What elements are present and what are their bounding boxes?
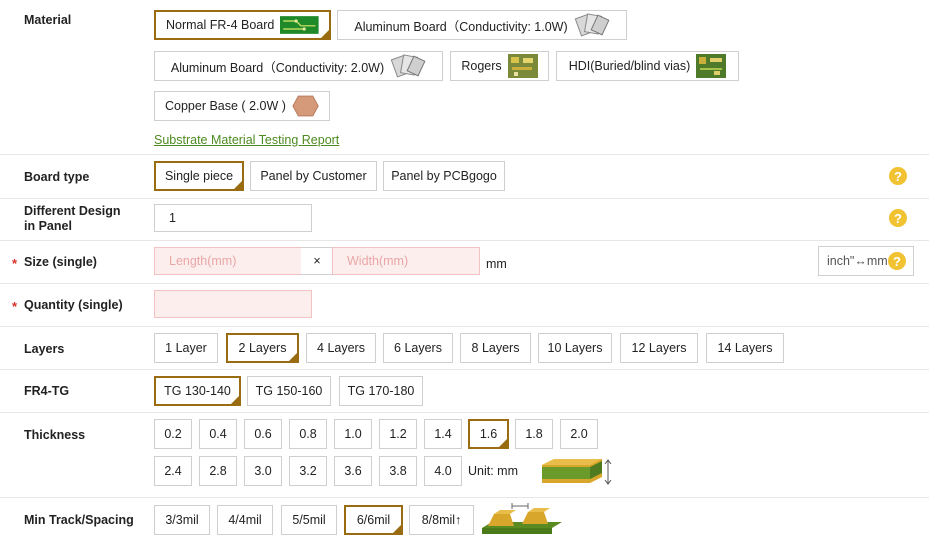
- thickness-option[interactable]: 1.0: [334, 419, 372, 449]
- track-option-4-4[interactable]: 4/4mil: [217, 505, 273, 535]
- thickness-option[interactable]: 2.8: [199, 456, 237, 486]
- times-sign: ×: [301, 247, 333, 275]
- required-mark: *: [12, 256, 18, 271]
- layer-option-1[interactable]: 1 Layer: [154, 333, 218, 363]
- thickness-option[interactable]: 3.6: [334, 456, 372, 486]
- thickness-option[interactable]: 3.8: [379, 456, 417, 486]
- board-thickness-illustration: [542, 459, 612, 485]
- thickness-option[interactable]: 0.2: [154, 419, 192, 449]
- thickness-option[interactable]: 1.2: [379, 419, 417, 449]
- quantity-input[interactable]: [154, 290, 312, 318]
- material-option-fr4[interactable]: Normal FR-4 Board: [154, 10, 331, 40]
- material-option-aluminum-1w[interactable]: Aluminum Board（Conductivity: 1.0W): [337, 10, 627, 40]
- thickness-option[interactable]: 1.4: [424, 419, 462, 449]
- fr4-tg-row: FR4-TG TG 130-140 TG 150-160 TG 170-180: [0, 370, 929, 413]
- thickness-option[interactable]: 0.6: [244, 419, 282, 449]
- thickness-option-selected[interactable]: 1.6: [468, 419, 509, 449]
- thickness-unit: Unit: mm: [468, 464, 518, 478]
- help-icon[interactable]: ?: [889, 167, 907, 185]
- material-option-aluminum-2w[interactable]: Aluminum Board（Conductivity: 2.0W): [154, 51, 443, 81]
- width-input[interactable]: [332, 247, 480, 275]
- thickness-option[interactable]: 1.8: [515, 419, 553, 449]
- convert-label: inch"↔mm: [827, 254, 888, 268]
- layer-option-10[interactable]: 10 Layers: [538, 333, 612, 363]
- size-row: * Size (single) × mm inch"↔mm ?: [0, 241, 929, 284]
- layer-option-8[interactable]: 8 Layers: [460, 333, 531, 363]
- rogers-board-icon: [507, 54, 538, 78]
- material-row: Material Normal FR-4 Board Aluminum Boar…: [0, 0, 929, 155]
- quantity-label: Quantity (single): [24, 298, 123, 312]
- aluminum-board-icon: [390, 54, 426, 78]
- thickness-label: Thickness: [24, 428, 86, 442]
- track-spacing-row: Min Track/Spacing 3/3mil 4/4mil 5/5mil 6…: [0, 498, 929, 545]
- material-option-label: HDI(Buried/blind vias): [568, 59, 691, 73]
- layer-option-2[interactable]: 2 Layers: [226, 333, 299, 363]
- track-option-3-3[interactable]: 3/3mil: [154, 505, 210, 535]
- length-input[interactable]: [154, 247, 302, 275]
- track-option-8-8[interactable]: 8/8mil↑: [409, 505, 474, 535]
- aluminum-board-icon: [574, 13, 610, 37]
- material-option-label: Aluminum Board（Conductivity: 1.0W): [354, 19, 568, 34]
- track-option-6-6[interactable]: 6/6mil: [344, 505, 403, 535]
- board-type-label: Board type: [24, 170, 90, 184]
- material-option-label: Normal FR-4 Board: [166, 18, 275, 32]
- material-option-copper[interactable]: Copper Base ( 2.0W ): [154, 91, 330, 121]
- layers-label: Layers: [24, 342, 65, 356]
- tg-option-130-140[interactable]: TG 130-140: [154, 376, 241, 406]
- required-mark: *: [12, 299, 18, 314]
- layer-option-4[interactable]: 4 Layers: [306, 333, 376, 363]
- thickness-option[interactable]: 3.2: [289, 456, 327, 486]
- material-option-rogers[interactable]: Rogers: [450, 51, 549, 81]
- material-option-label: Rogers: [461, 59, 502, 73]
- board-type-panel-by-customer[interactable]: Panel by Customer: [250, 161, 377, 191]
- substrate-testing-report-link[interactable]: Substrate Material Testing Report: [154, 133, 339, 147]
- material-label: Material: [24, 13, 72, 27]
- thickness-option[interactable]: 0.8: [289, 419, 327, 449]
- fr4-board-icon: [280, 16, 319, 34]
- tg-option-170-180[interactable]: TG 170-180: [339, 376, 423, 406]
- thickness-option[interactable]: 0.4: [199, 419, 237, 449]
- thickness-option[interactable]: 4.0: [424, 456, 462, 486]
- track-spacing-label: Min Track/Spacing: [24, 513, 134, 527]
- different-design-row: Different Design in Panel ?: [0, 199, 929, 241]
- thickness-option[interactable]: 2.4: [154, 456, 192, 486]
- layers-row: Layers 1 Layer 2 Layers 4 Layers 6 Layer…: [0, 327, 929, 370]
- size-label: Size (single): [24, 255, 97, 269]
- thickness-row: Thickness 0.2 0.4 0.6 0.8 1.0 1.2 1.4 1.…: [0, 413, 929, 498]
- layer-option-12[interactable]: 12 Layers: [620, 333, 698, 363]
- different-design-input[interactable]: [154, 204, 312, 232]
- size-unit: mm: [486, 257, 507, 271]
- board-type-single-piece[interactable]: Single piece: [154, 161, 244, 191]
- track-option-5-5[interactable]: 5/5mil: [281, 505, 337, 535]
- board-type-panel-by-pcbgogo[interactable]: Panel by PCBgogo: [383, 161, 505, 191]
- fr4-tg-label: FR4-TG: [24, 384, 70, 398]
- help-icon[interactable]: ?: [889, 209, 907, 227]
- thickness-option[interactable]: 2.0: [560, 419, 598, 449]
- copper-base-icon: [292, 95, 319, 117]
- material-option-label: Aluminum Board（Conductivity: 2.0W): [170, 60, 385, 75]
- track-spacing-illustration: [482, 503, 562, 534]
- material-option-hdi[interactable]: HDI(Buried/blind vias): [556, 51, 739, 81]
- hdi-board-icon: [696, 54, 727, 78]
- layer-option-14[interactable]: 14 Layers: [706, 333, 784, 363]
- board-type-row: Board type Single piece Panel by Custome…: [0, 155, 929, 199]
- different-design-label-line1: Different Design: [24, 204, 121, 218]
- help-icon[interactable]: ?: [888, 252, 906, 270]
- layer-option-6[interactable]: 6 Layers: [383, 333, 453, 363]
- quantity-row: * Quantity (single): [0, 284, 929, 327]
- different-design-label: Different Design in Panel: [24, 204, 121, 234]
- tg-option-150-160[interactable]: TG 150-160: [247, 376, 331, 406]
- different-design-label-line2: in Panel: [24, 219, 72, 233]
- material-option-label: Copper Base ( 2.0W ): [165, 99, 286, 113]
- thickness-option[interactable]: 3.0: [244, 456, 282, 486]
